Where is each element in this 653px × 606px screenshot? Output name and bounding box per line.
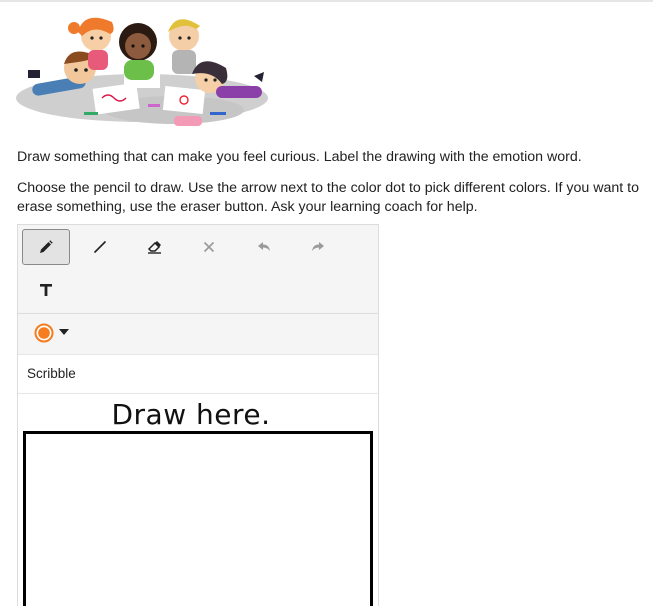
mode-row: Scribble	[18, 355, 378, 394]
clear-icon	[203, 241, 215, 253]
canvas-title: Draw here.	[111, 398, 271, 431]
pencil-icon	[40, 240, 53, 253]
color-dot-button[interactable]	[34, 323, 54, 343]
text-tool-button[interactable]	[22, 272, 70, 308]
drawing-prompt: Draw something that can make you feel cu…	[17, 149, 582, 165]
top-divider	[0, 0, 653, 2]
draw-area[interactable]	[23, 431, 373, 606]
redo-button[interactable]	[294, 229, 342, 265]
text-icon	[40, 284, 52, 296]
mode-label: Scribble	[27, 366, 76, 381]
line-button[interactable]	[76, 229, 124, 265]
clear-button[interactable]	[185, 229, 233, 265]
line-icon	[93, 240, 107, 254]
eraser-button[interactable]	[131, 229, 179, 265]
eraser-icon	[147, 241, 161, 254]
drawing-toolbar	[18, 225, 378, 314]
undo-button[interactable]	[240, 229, 288, 265]
undo-icon	[258, 242, 270, 251]
drawing-canvas[interactable]: Draw here.	[18, 394, 378, 606]
redo-icon	[312, 242, 324, 251]
color-dropdown-arrow-icon[interactable]	[59, 329, 69, 336]
drawing-tool: Scribble Draw here.	[17, 224, 379, 606]
kids-drawing-illustration	[16, 17, 268, 126]
pencil-button[interactable]	[22, 229, 70, 265]
color-picker-bar	[18, 314, 378, 355]
drawing-help-text: Choose the pencil to draw. Use the arrow…	[17, 180, 639, 215]
